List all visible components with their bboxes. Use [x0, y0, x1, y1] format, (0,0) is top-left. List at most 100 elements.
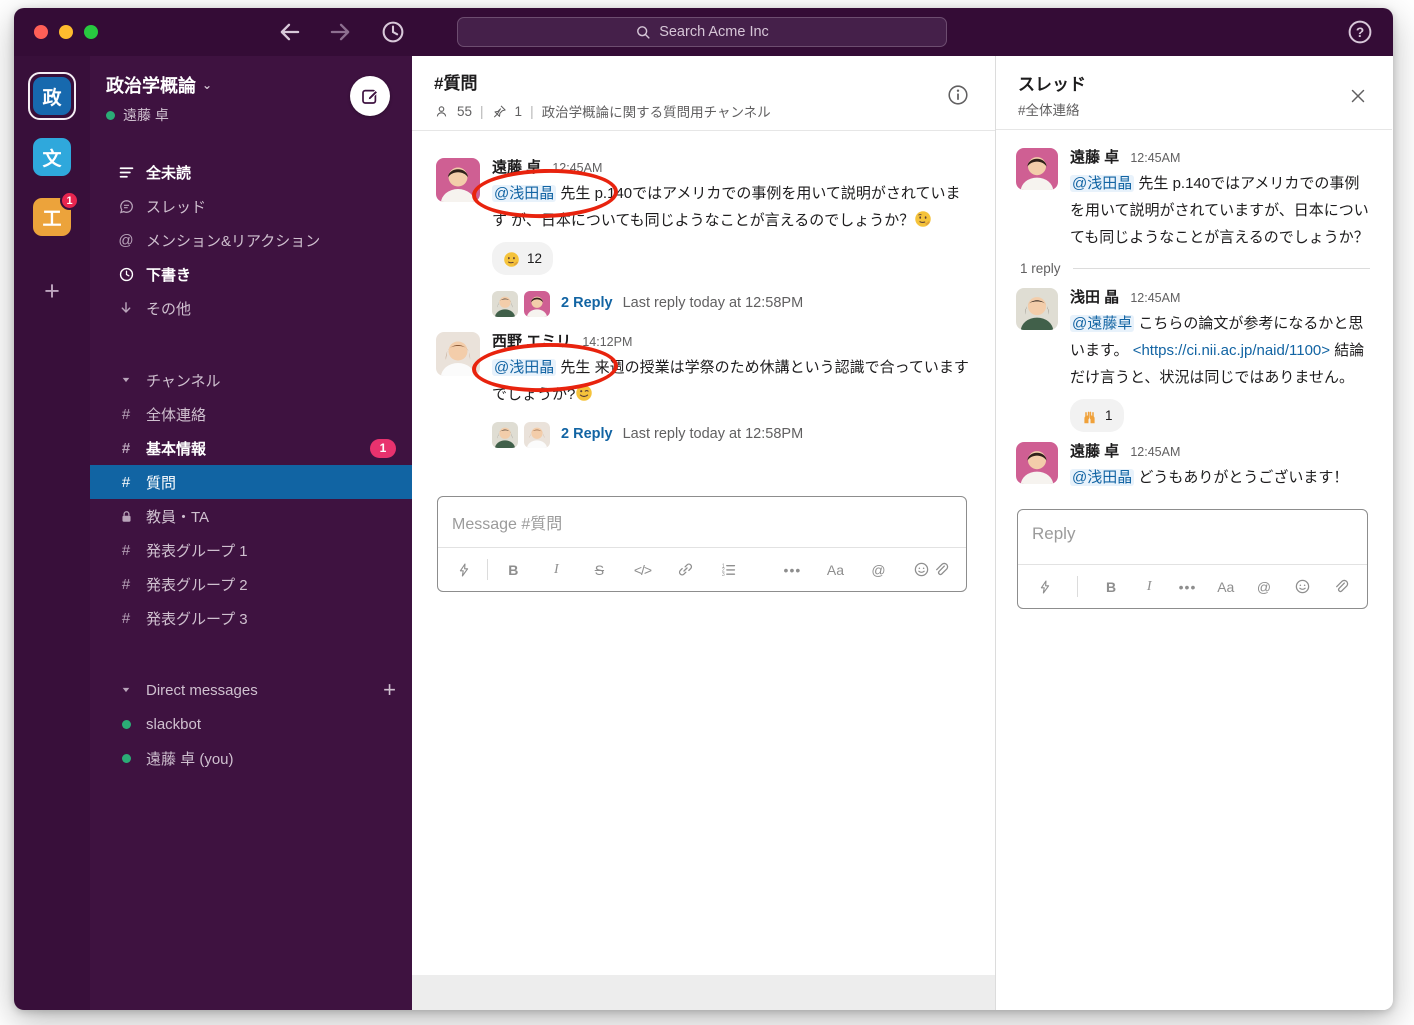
minimize-window-button[interactable]	[59, 25, 73, 39]
message-timestamp[interactable]: 12:45AM	[1130, 151, 1180, 165]
reaction-pill[interactable]: 12	[492, 242, 553, 275]
close-icon[interactable]	[1348, 86, 1368, 106]
text-format-button[interactable]: Aa	[826, 560, 845, 579]
bold-button[interactable]: B	[1102, 577, 1121, 596]
reaction-pill[interactable]: 1	[1070, 399, 1124, 432]
dm-section-header[interactable]: Direct messages +	[90, 673, 412, 707]
zoom-window-button[interactable]	[84, 25, 98, 39]
message-author[interactable]: 遠藤 卓	[1070, 443, 1119, 460]
pin-count[interactable]: 1	[515, 104, 523, 119]
attach-paperclip-icon[interactable]	[1331, 577, 1350, 596]
avatar[interactable]	[1016, 288, 1058, 330]
mention-link[interactable]: @遠藤卓	[1070, 315, 1134, 332]
thread-channel-name[interactable]: #全体連絡	[1018, 99, 1372, 119]
sidebar-channel-group2[interactable]: # 発表グループ 2	[90, 567, 412, 601]
mention-link[interactable]: @浅田晶	[492, 185, 556, 202]
info-icon[interactable]	[947, 84, 969, 106]
sidebar-item-all-unread[interactable]: 全未読	[90, 155, 412, 189]
bold-button[interactable]: B	[504, 560, 523, 579]
svg-text:?: ?	[1356, 25, 1364, 40]
avatar	[492, 291, 518, 317]
sidebar-item-drafts[interactable]: 下書き	[90, 257, 412, 291]
sidebar-item-mentions[interactable]: @ メンション&リアクション	[90, 223, 412, 257]
channel-title[interactable]: #質問	[434, 69, 975, 94]
attach-paperclip-icon[interactable]	[931, 560, 950, 579]
message-timestamp[interactable]: 12:45AM	[552, 161, 602, 175]
thread-reply-bar[interactable]: 2 Reply Last reply today at 12:58PM	[492, 421, 970, 448]
message-author[interactable]: 遠藤 卓	[492, 159, 541, 176]
mention-button[interactable]: @	[869, 560, 888, 579]
mention-link[interactable]: @浅田晶	[492, 359, 556, 376]
composer-placeholder[interactable]: Message #質問	[438, 497, 966, 547]
sidebar-channel-zentai[interactable]: # 全体連絡	[90, 397, 412, 431]
message-composer[interactable]: Message #質問 B I S </> 123	[437, 496, 967, 592]
mention-button[interactable]: @	[1255, 577, 1274, 596]
message-author[interactable]: 遠藤 卓	[1070, 149, 1119, 166]
message-author[interactable]: 西野 エミリ	[492, 333, 571, 350]
history-clock-icon[interactable]	[380, 19, 406, 45]
slack-window: Search Acme Inc ? 政 文 工 1 + 政治学概論 ⌄	[14, 8, 1393, 1010]
member-count[interactable]: 55	[457, 104, 472, 119]
close-window-button[interactable]	[34, 25, 48, 39]
shortcuts-lightning-icon[interactable]	[454, 560, 473, 579]
sidebar-item-label: 下書き	[146, 264, 191, 285]
sidebar-item-threads[interactable]: スレッド	[90, 189, 412, 223]
dm-self[interactable]: 遠藤 卓 (you)	[90, 741, 412, 775]
avatar[interactable]	[1016, 148, 1058, 190]
italic-button[interactable]: I	[1140, 577, 1159, 596]
message-author[interactable]: 浅田 晶	[1070, 289, 1119, 306]
sidebar-item-label: スレッド	[146, 196, 206, 217]
more-actions-button[interactable]: •••	[783, 560, 802, 579]
avatar[interactable]	[436, 158, 480, 202]
text-format-button[interactable]: Aa	[1216, 577, 1235, 596]
channel-label: 発表グループ 3	[146, 608, 248, 629]
pin-icon	[492, 104, 507, 119]
shortcuts-lightning-icon[interactable]	[1035, 577, 1054, 596]
forward-arrow-icon[interactable]	[328, 19, 354, 45]
channels-section-header[interactable]: チャンネル	[90, 363, 412, 397]
channel-topic[interactable]: 政治学概論に関する質問用チャンネル	[542, 101, 771, 121]
avatar[interactable]	[1016, 442, 1058, 484]
mention-link[interactable]: @浅田晶	[1070, 469, 1134, 486]
sidebar-channel-kyoin-ta[interactable]: 教員・TA	[90, 499, 412, 533]
strikethrough-button[interactable]: S	[590, 560, 609, 579]
sidebar-channel-shitsumon[interactable]: # 質問	[90, 465, 412, 499]
add-workspace-button[interactable]: +	[44, 276, 60, 307]
message-timestamp[interactable]: 12:45AM	[1130, 291, 1180, 305]
thread-reply-bar[interactable]: 2 Reply Last reply today at 12:58PM	[492, 290, 970, 317]
workspace-icon-sei[interactable]: 政	[33, 77, 71, 115]
message-timestamp[interactable]: 14:12PM	[582, 335, 632, 349]
dm-slackbot[interactable]: slackbot	[90, 707, 412, 741]
reply-placeholder[interactable]: Reply	[1018, 510, 1367, 564]
workspace-icon-kou[interactable]: 工 1	[33, 198, 71, 236]
svg-text:3: 3	[722, 572, 725, 578]
sidebar-channel-kihon[interactable]: # 基本情報 1	[90, 431, 412, 465]
code-button[interactable]: </>	[633, 560, 652, 579]
reply-composer[interactable]: Reply B I ••• Aa @	[1017, 509, 1368, 609]
sidebar-channel-group3[interactable]: # 発表グループ 3	[90, 601, 412, 635]
avatar[interactable]	[436, 332, 480, 376]
hash-icon: #	[117, 576, 135, 593]
emoji-picker-icon[interactable]	[1293, 577, 1312, 596]
sidebar-channel-group1[interactable]: # 発表グループ 1	[90, 533, 412, 567]
reply-count-link[interactable]: 2 Reply	[561, 290, 613, 317]
search-bar[interactable]: Search Acme Inc	[457, 17, 947, 47]
sidebar-item-more[interactable]: その他	[90, 291, 412, 325]
url-link[interactable]: <https://ci.nii.ac.jp/naid/1100>	[1133, 342, 1330, 359]
italic-button[interactable]: I	[547, 560, 566, 579]
compose-button[interactable]	[350, 76, 390, 116]
message-timestamp[interactable]: 12:45AM	[1130, 445, 1180, 459]
chevron-down-icon	[117, 681, 135, 699]
reply-count-link[interactable]: 2 Reply	[561, 421, 613, 448]
link-icon[interactable]	[676, 560, 695, 579]
mention-link[interactable]: @浅田晶	[1070, 175, 1134, 192]
workspace-icon-bun[interactable]: 文	[33, 138, 71, 176]
help-icon[interactable]: ?	[1347, 19, 1373, 45]
add-dm-button[interactable]: +	[383, 677, 396, 703]
dm-label: slackbot	[146, 716, 201, 733]
emoji-picker-icon[interactable]	[912, 560, 931, 579]
ordered-list-icon[interactable]: 123	[719, 560, 738, 579]
back-arrow-icon[interactable]	[276, 19, 302, 45]
current-user-name: 遠藤 卓	[123, 105, 169, 125]
more-actions-button[interactable]: •••	[1178, 577, 1197, 596]
